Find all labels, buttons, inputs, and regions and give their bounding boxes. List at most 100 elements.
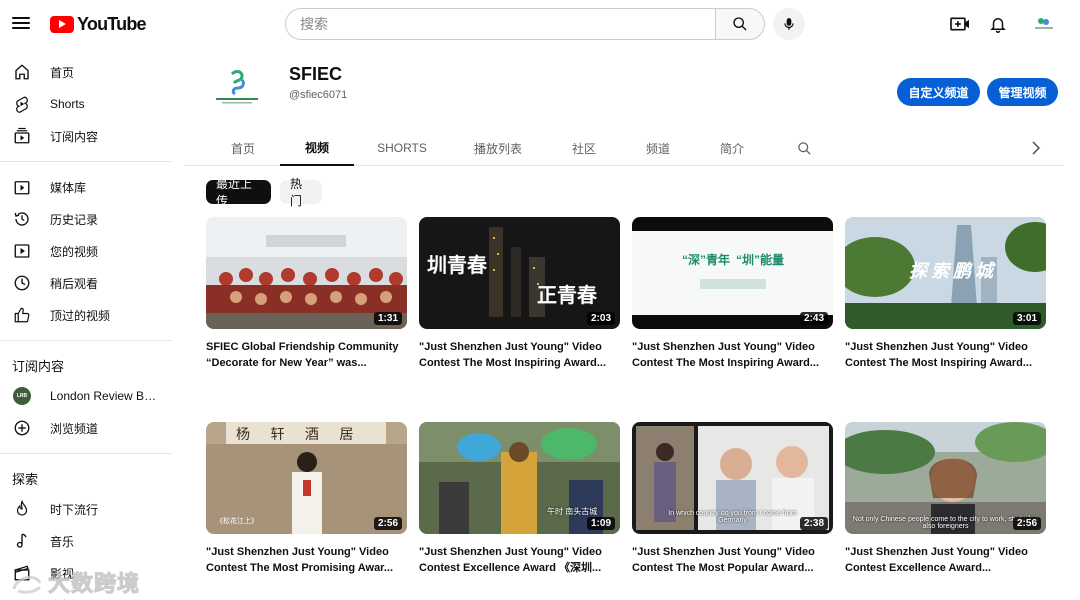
- add-circle-icon: [12, 418, 32, 438]
- video-duration: 1:09: [586, 517, 615, 530]
- channel-logo: [208, 66, 266, 110]
- tab-search[interactable]: [788, 130, 820, 166]
- tab-channels[interactable]: 频道: [634, 130, 682, 166]
- video-duration: 2:56: [1012, 517, 1041, 530]
- chip-latest[interactable]: 最近上传: [206, 177, 271, 208]
- your-videos-icon: [12, 241, 32, 261]
- thumbnail-caption: “深”青年: [682, 253, 731, 267]
- search-input[interactable]: 搜索: [285, 8, 715, 40]
- thumbnail-caption: 杨 轩 酒 居: [236, 427, 362, 443]
- search-placeholder: 搜索: [300, 16, 328, 32]
- video-card[interactable]: 1:31 SFIEC Global Friendship Community “…: [206, 217, 407, 371]
- video-thumbnail[interactable]: “深”青年 “圳”能量 2:43: [632, 217, 833, 329]
- trending-icon: [12, 499, 32, 519]
- mic-icon: [784, 18, 794, 30]
- voice-search-button[interactable]: [773, 8, 805, 40]
- thumbnail-caption: 《松花江上》: [216, 518, 258, 525]
- sidebar-item-lrb[interactable]: LRB London Review Boo...: [0, 380, 172, 412]
- watch-later-icon: [12, 273, 32, 293]
- video-title[interactable]: "Just Shenzhen Just Young" Video Contest…: [632, 339, 833, 371]
- video-title[interactable]: "Just Shenzhen Just Young" Video Contest…: [419, 544, 620, 576]
- sidebar-divider: [0, 453, 172, 454]
- youtube-logo[interactable]: YouTube: [50, 14, 147, 35]
- video-card[interactable]: 圳青春 正青春 2:03 "Just Shenzhen Just Young" …: [419, 217, 620, 371]
- create-button[interactable]: [948, 12, 972, 36]
- video-thumbnail[interactable]: 杨 轩 酒 居 《松花江上》 2:56: [206, 422, 407, 534]
- sidebar-item-shorts[interactable]: Shorts: [0, 88, 172, 120]
- search-icon: [733, 17, 747, 31]
- video-card[interactable]: In which country do you from I come from…: [632, 422, 833, 576]
- notifications-button[interactable]: [986, 12, 1010, 36]
- create-icon: [950, 17, 969, 31]
- video-title[interactable]: "Just Shenzhen Just Young" Video Contest…: [206, 544, 407, 576]
- video-thumbnail[interactable]: Not only Chinese people come to the city…: [845, 422, 1046, 534]
- sidebar-item-liked[interactable]: 顶过的视频: [0, 299, 172, 331]
- sidebar-item-label: 订阅内容: [50, 129, 99, 144]
- sidebar-item-home[interactable]: 首页: [0, 56, 172, 88]
- video-card[interactable]: Not only Chinese people come to the city…: [845, 422, 1046, 576]
- search-icon: [797, 141, 811, 155]
- video-duration: 2:43: [799, 312, 828, 325]
- sidebar-item-library[interactable]: 媒体库: [0, 171, 172, 203]
- sidebar-item-your-videos[interactable]: 您的视频: [0, 235, 172, 267]
- video-card[interactable]: “深”青年 “圳”能量 2:43 "Just Shenzhen Just You…: [632, 217, 833, 371]
- chip-popular[interactable]: 热门: [280, 177, 322, 208]
- tab-about[interactable]: 简介: [708, 130, 756, 166]
- history-icon: [12, 209, 32, 229]
- sidebar-item-history[interactable]: 历史记录: [0, 203, 172, 235]
- sidebar-item-subscriptions[interactable]: 订阅内容: [0, 120, 172, 152]
- video-duration: 1:31: [373, 312, 402, 325]
- thumbnail-caption: In which country do you from I come from…: [668, 510, 797, 524]
- chevron-right-icon: [1032, 141, 1041, 155]
- sidebar-item-label: 媒体库: [50, 180, 87, 195]
- video-title[interactable]: "Just Shenzhen Just Young" Video Contest…: [419, 339, 620, 371]
- thumbnail-caption: 正青春: [537, 283, 597, 307]
- sidebar-item-trending[interactable]: 时下流行: [0, 493, 172, 525]
- customize-channel-button[interactable]: 自定义频道: [897, 78, 980, 106]
- video-thumbnail[interactable]: 探索鹏城 3:01: [845, 217, 1046, 329]
- video-duration: 3:01: [1012, 312, 1041, 325]
- tab-shorts[interactable]: SHORTS: [368, 130, 436, 166]
- video-card[interactable]: 杨 轩 酒 居 《松花江上》 2:56 "Just Shenzhen Just …: [206, 422, 407, 576]
- thumbnail-caption: 圳青春: [427, 253, 487, 277]
- sidebar-item-browse-channels[interactable]: 浏览频道: [0, 412, 172, 444]
- tab-videos[interactable]: 视频: [280, 130, 354, 166]
- tabs-scroll-right[interactable]: [1024, 130, 1048, 166]
- top-bar: YouTube 搜索: [0, 0, 1080, 48]
- video-card[interactable]: 午时 南头古城 1:09 "Just Shenzhen Just Young" …: [419, 422, 620, 576]
- avatar[interactable]: [1032, 12, 1056, 36]
- sidebar-item-label: Shorts: [50, 97, 85, 111]
- video-title[interactable]: "Just Shenzhen Just Young" Video Contest…: [632, 544, 833, 576]
- video-thumbnail[interactable]: 圳青春 正青春 2:03: [419, 217, 620, 329]
- sidebar-item-watch-later[interactable]: 稍后观看: [0, 267, 172, 299]
- watermark-text: 大数跨境: [47, 571, 141, 597]
- sidebar-item-label: 您的视频: [50, 244, 99, 259]
- tab-community[interactable]: 社区: [560, 130, 608, 166]
- thumbnail-caption: 探索鹏城: [909, 261, 997, 282]
- channel-name: SFIEC: [289, 64, 343, 84]
- sidebar-item-label: 首页: [50, 65, 75, 80]
- avatar: LRB: [13, 387, 31, 405]
- logo-text: YouTube: [77, 14, 147, 34]
- menu-icon[interactable]: [12, 14, 30, 32]
- manage-videos-button[interactable]: 管理视频: [987, 78, 1058, 106]
- video-thumbnail[interactable]: 1:31: [206, 217, 407, 329]
- thumbnail-caption: 午时 南头古城: [547, 507, 598, 516]
- sidebar-divider: [0, 161, 172, 162]
- channel-avatar-icon: [1035, 18, 1053, 29]
- search-button[interactable]: [715, 8, 765, 40]
- channel-handle: @sfiec6071: [289, 89, 348, 101]
- tab-playlists[interactable]: 播放列表: [464, 130, 532, 166]
- video-duration: 2:38: [799, 517, 828, 530]
- video-card[interactable]: 探索鹏城 3:01 "Just Shenzhen Just Young" Vid…: [845, 217, 1046, 371]
- video-thumbnail[interactable]: In which country do you from I come from…: [632, 422, 833, 534]
- sidebar-item-label: 浏览频道: [50, 421, 99, 436]
- video-thumbnail[interactable]: 午时 南头古城 1:09: [419, 422, 620, 534]
- subscriptions-icon: [12, 126, 32, 146]
- video-title[interactable]: SFIEC Global Friendship Community “Decor…: [206, 339, 407, 371]
- library-icon: [12, 177, 32, 197]
- tab-home[interactable]: 首页: [220, 130, 266, 166]
- video-title[interactable]: "Just Shenzhen Just Young" Video Contest…: [845, 339, 1046, 371]
- sidebar-item-music[interactable]: 音乐: [0, 525, 172, 557]
- video-title[interactable]: "Just Shenzhen Just Young" Video Contest…: [845, 544, 1046, 576]
